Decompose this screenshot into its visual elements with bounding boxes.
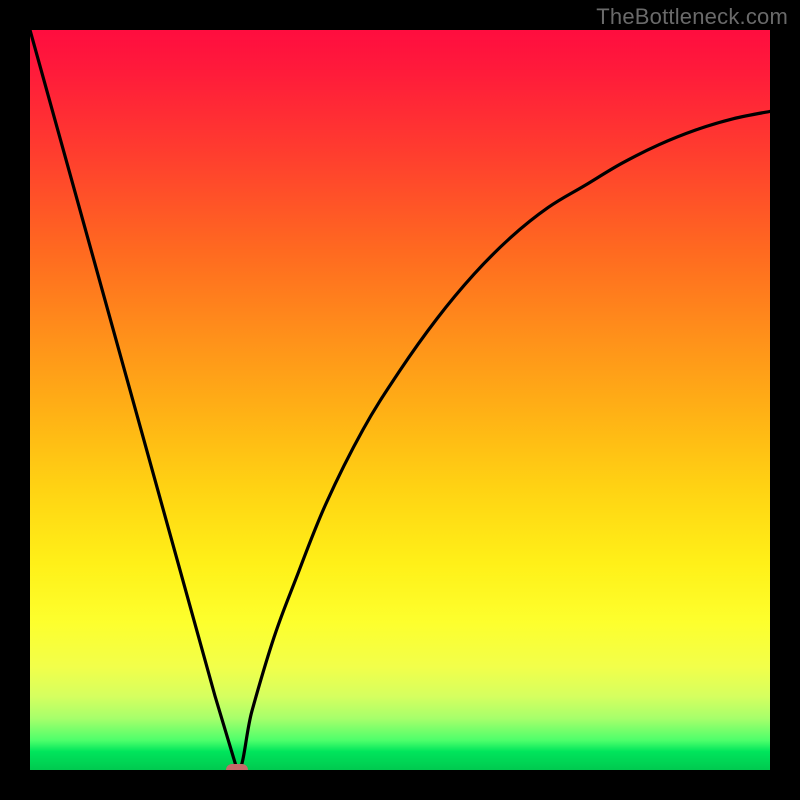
curve-svg	[30, 30, 770, 770]
min-marker	[226, 764, 248, 770]
curve-path	[30, 30, 770, 770]
watermark-text: TheBottleneck.com	[596, 4, 788, 30]
plot-area	[30, 30, 770, 770]
chart-frame: TheBottleneck.com	[0, 0, 800, 800]
